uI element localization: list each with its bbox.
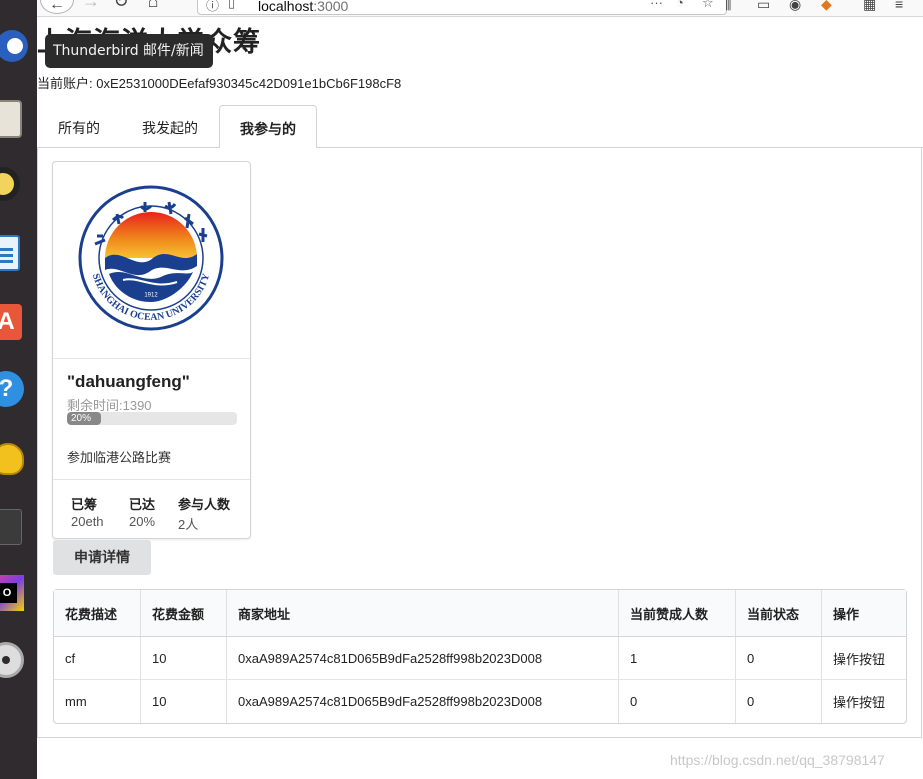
card-name: "dahuangfeng"	[67, 372, 190, 391]
col-approvals: 当前赞成人数	[618, 590, 735, 637]
forward-arrow-icon: →	[82, 0, 100, 11]
card-image: 1912 SHANGHAI OCEAN UNIVERSITY	[53, 162, 250, 359]
table-row: cf 10 0xaA989A2574c81D065B9dFa2528ff998b…	[54, 637, 906, 680]
stat-participants-label: 参与人数	[178, 497, 231, 512]
dock-app-firefox[interactable]	[0, 26, 30, 66]
libreoffice-writer-icon	[0, 235, 20, 271]
dock-app-trophy[interactable]	[0, 440, 30, 480]
dvd-icon	[0, 642, 24, 678]
cell-amount: 10	[140, 637, 226, 680]
cell-amount: 10	[140, 680, 226, 723]
project-card[interactable]: 1912 SHANGHAI OCEAN UNIVERSITY "dahuangf…	[52, 161, 251, 539]
reload-button[interactable]: ↻	[109, 0, 133, 12]
dock-app-terminal[interactable]	[0, 507, 30, 547]
firefox-icon	[0, 30, 28, 62]
spending-requests-table: 花费描述 花费金额 商家地址 当前赞成人数 当前状态 操作 cf 10 0xaA…	[53, 589, 907, 724]
watermark: https://blog.csdn.net/qq_38798147	[670, 752, 885, 768]
browser-toolbar: ← → ↻ ⌂ ⓘ ▯ localhost:3000 ··· ◔ ☆ ⫼ ▭ ◉…	[37, 0, 923, 17]
reload-icon: ↻	[113, 0, 129, 11]
cell-description: mm	[65, 694, 87, 709]
metamask-icon[interactable]: ◆	[821, 0, 832, 13]
url-bar[interactable]: ⓘ ▯ localhost:3000 ··· ◔ ☆	[197, 0, 727, 15]
university-logo: 1912 SHANGHAI OCEAN UNIVERSITY	[78, 185, 224, 331]
cell-merchant-address: 0xaA989A2574c81D065B9dFa2528ff998b2023D0…	[226, 680, 618, 723]
action-button[interactable]: 操作按钮	[821, 680, 906, 723]
account-icon[interactable]: ◉	[789, 0, 801, 13]
stat-raised-value: 20eth	[71, 514, 104, 529]
home-icon: ⌂	[147, 0, 159, 11]
extensions-icon[interactable]: ▦	[863, 0, 876, 13]
col-status: 当前状态	[735, 590, 821, 637]
menu-icon[interactable]: ≡	[895, 0, 903, 12]
table-row: mm 10 0xaA989A2574c81D065B9dFa2528ff998b…	[54, 680, 906, 723]
table-header-row: 花费描述 花费金额 商家地址 当前赞成人数 当前状态 操作	[54, 590, 906, 637]
tab-all[interactable]: 所有的	[37, 105, 121, 148]
back-button[interactable]: ←	[40, 0, 74, 14]
col-actions: 操作	[821, 590, 906, 637]
pocket-icon[interactable]: ◔	[676, 0, 684, 10]
col-amount: 花费金额	[140, 590, 226, 637]
back-arrow-icon: ←	[49, 0, 65, 13]
tab-participated[interactable]: 我参与的	[219, 105, 317, 149]
stat-reached-value: 20%	[129, 514, 156, 529]
tab-menu: 所有的 我发起的 我参与的	[37, 105, 923, 149]
bookmark-star-icon[interactable]: ☆	[702, 0, 714, 11]
cell-status: 0	[735, 680, 821, 723]
card-description: 参加临港公路比赛	[67, 450, 172, 465]
cell-merchant-address: 0xaA989A2574c81D065B9dFa2528ff998b2023D0…	[226, 637, 618, 680]
help-icon: ?	[0, 371, 24, 407]
action-button[interactable]: 操作按钮	[821, 637, 906, 680]
col-description: 花费描述	[54, 590, 140, 637]
account-address: 0xE2531000DEefaf930345c42D091e1bCb6F198c…	[96, 76, 402, 91]
home-button[interactable]: ⌂	[141, 0, 165, 12]
request-details-button[interactable]: 申请详情	[53, 540, 151, 575]
dock-app-dvd[interactable]	[0, 640, 30, 680]
dock-app-rhythmbox[interactable]	[0, 165, 30, 205]
library-icon[interactable]: ⫼	[725, 0, 731, 13]
stat-raised: 已筹 20eth	[71, 494, 104, 529]
dock-tooltip: Thunderbird 邮件/新闻	[45, 34, 213, 68]
ide-icon: O	[0, 575, 24, 611]
cell-description: cf	[54, 637, 140, 680]
dock-app-writer[interactable]	[0, 233, 30, 273]
sidebar-icon[interactable]: ▭	[757, 0, 770, 13]
tab-initiated[interactable]: 我发起的	[127, 105, 213, 148]
stat-participants-value: 2人	[178, 517, 199, 532]
forward-button[interactable]: →	[79, 0, 103, 12]
dock-app-ide[interactable]: O	[0, 573, 30, 613]
stat-reached-label: 已达	[129, 497, 156, 512]
stat-participants: 参与人数 2人	[178, 494, 230, 533]
tab-content: 1912 SHANGHAI OCEAN UNIVERSITY "dahuangf…	[37, 148, 922, 738]
stat-raised-label: 已筹	[71, 497, 98, 512]
cell-approvals: 1	[618, 637, 735, 680]
ubuntu-dock: A ? O	[0, 0, 37, 779]
current-account: 当前账户: 0xE2531000DEefaf930345c42D091e1bCb…	[37, 73, 401, 92]
dock-app-files[interactable]	[0, 98, 30, 138]
progress-bar: 20%	[67, 412, 237, 425]
url-text: localhost:3000	[258, 0, 349, 14]
screen: A ? O ← → ↻ ⌂ ⓘ ▯ localhost:3000 ··· ◔ ☆…	[0, 0, 923, 779]
card-stats: 已筹 20eth 已达 20% 参与人数 2人	[53, 479, 250, 539]
stat-reached: 已达 20%	[129, 494, 155, 529]
dock-app-help[interactable]: ?	[0, 370, 30, 410]
logo-year: 1912	[144, 293, 158, 299]
col-merchant-address: 商家地址	[226, 590, 618, 637]
rhythmbox-icon	[0, 167, 20, 201]
cell-approvals: 0	[618, 680, 735, 723]
terminal-icon	[0, 509, 22, 545]
info-icon: ⓘ	[206, 0, 220, 13]
progress-label: 20%	[71, 413, 92, 424]
progress-fill: 20%	[67, 412, 101, 425]
trophy-icon	[0, 443, 24, 475]
account-label: 当前账户:	[37, 76, 97, 91]
dock-app-software[interactable]: A	[0, 302, 30, 342]
page-actions-icon[interactable]: ···	[650, 0, 663, 10]
software-center-icon: A	[0, 304, 22, 340]
cell-status: 0	[735, 637, 821, 680]
files-icon	[0, 100, 22, 138]
page-icon: ▯	[228, 0, 236, 10]
